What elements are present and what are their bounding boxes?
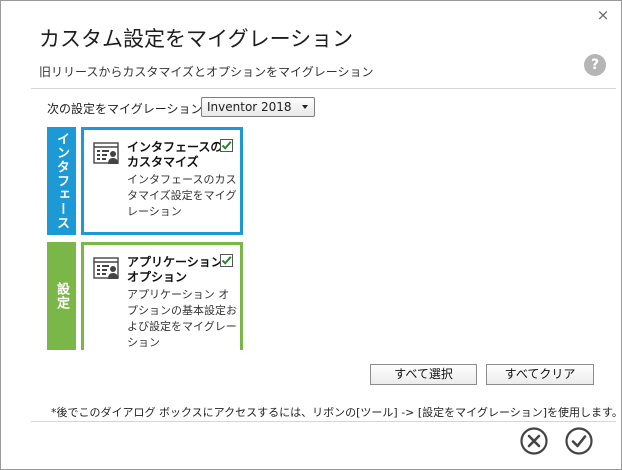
application-options-checkbox[interactable] [220, 254, 233, 267]
clear-all-button[interactable]: すべてクリア [486, 364, 594, 385]
interface-card-description: インタフェースのカスタマイズ設定をマイグレーション [127, 173, 237, 218]
application-options-card[interactable]: アプリケーション オプション アプリケーション オプションの基本設定および設定を… [81, 242, 243, 350]
migrate-from-label: 次の設定をマイグレーション: [47, 102, 207, 116]
interface-checkbox[interactable] [220, 139, 233, 152]
tab-interface-label: インタフェース [54, 132, 69, 230]
tab-settings-label: 設定 [54, 282, 69, 310]
interface-customization-card[interactable]: インタフェースの カスタマイズ インタフェースのカスタマイズ設定をマイグレーショ… [81, 127, 243, 235]
dialog-title: カスタム設定をマイグレーション [39, 27, 354, 51]
interface-card-title: インタフェースの カスタマイズ [127, 140, 223, 169]
application-card-description: アプリケーション オプションの基本設定および設定をマイグレーション [127, 288, 237, 349]
user-settings-icon [93, 142, 119, 164]
version-select-value: Inventor 2018 [207, 100, 292, 114]
cancel-button[interactable] [519, 426, 549, 456]
select-all-button[interactable]: すべて選択 [370, 364, 477, 385]
check-circle-icon [565, 427, 593, 455]
footer-divider [31, 421, 616, 422]
tab-settings: 設定 [47, 242, 76, 350]
ok-button[interactable] [564, 426, 594, 456]
help-icon[interactable]: ? [584, 54, 606, 76]
dialog-subtitle: 旧リリースからカスタマイズとオプションをマイグレーション [39, 65, 374, 79]
version-select[interactable]: Inventor 2018 [201, 97, 315, 117]
footnote-text: *後でこのダイアログ ボックスにアクセスするには、リボンの[ツール] -> [設… [51, 406, 622, 419]
x-circle-icon [520, 427, 548, 455]
migrate-settings-dialog: × カスタム設定をマイグレーション 旧リリースからカスタマイズとオプションをマイ… [0, 0, 622, 470]
header-divider [31, 88, 616, 89]
tab-interface: インタフェース [47, 127, 76, 235]
chevron-down-icon [302, 105, 308, 109]
close-icon[interactable]: × [595, 7, 611, 23]
user-settings-icon [93, 257, 119, 279]
application-card-title: アプリケーション オプション [127, 255, 223, 284]
